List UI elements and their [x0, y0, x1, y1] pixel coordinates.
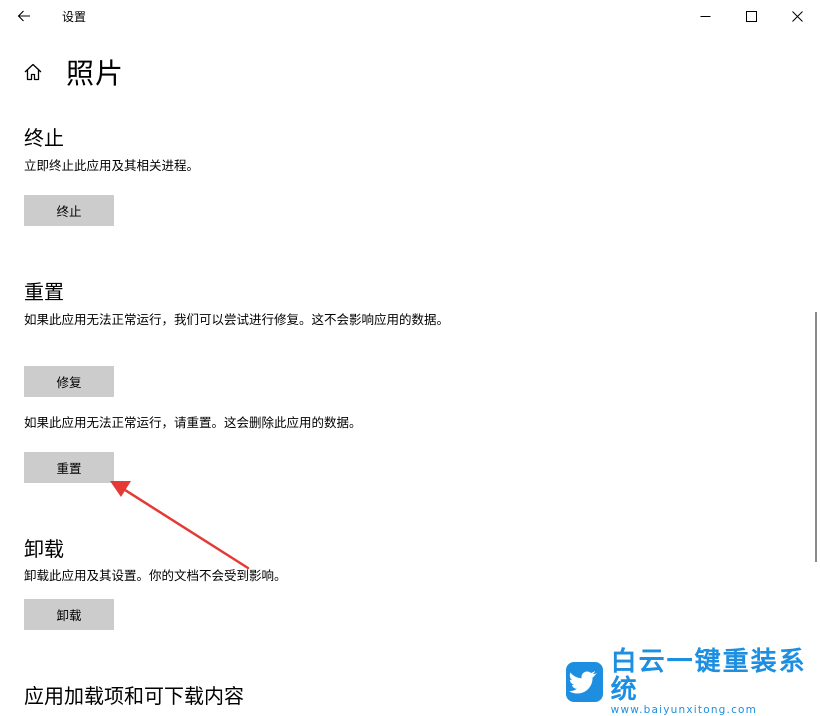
- back-button[interactable]: [10, 4, 38, 28]
- watermark-name: 白云一键重装系统: [610, 647, 807, 705]
- reset-description: 如果此应用无法正常运行，请重置。这会删除此应用的数据。: [24, 415, 362, 430]
- repair-description: 如果此应用无法正常运行，我们可以尝试进行修复。这不会影响应用的数据。: [24, 312, 450, 327]
- watermark: 白云一键重装系统 www.baiyunxitong.com: [566, 648, 816, 716]
- home-icon: [24, 63, 42, 81]
- terminate-button[interactable]: 终止: [24, 195, 114, 226]
- uninstall-button[interactable]: 卸载: [24, 599, 114, 630]
- minimize-button[interactable]: [682, 0, 728, 32]
- bird-logo-icon: [566, 662, 603, 702]
- window-title: 设置: [62, 10, 87, 24]
- close-button[interactable]: [774, 0, 820, 32]
- home-button[interactable]: [22, 61, 44, 83]
- reset-button[interactable]: 重置: [24, 452, 114, 483]
- arrow-left-icon: [17, 10, 30, 22]
- maximize-button[interactable]: [728, 0, 774, 32]
- uninstall-section-title: 卸载: [24, 537, 64, 561]
- uninstall-description: 卸载此应用及其设置。你的文档不会受到影响。: [24, 568, 287, 583]
- title-bar: 设置: [0, 0, 820, 32]
- terminate-section-title: 终止: [24, 126, 64, 150]
- repair-button[interactable]: 修复: [24, 366, 114, 397]
- terminate-description: 立即终止此应用及其相关进程。: [24, 158, 200, 173]
- reset-section-title: 重置: [24, 280, 64, 304]
- maximize-icon: [745, 10, 757, 22]
- watermark-url: www.baiyunxitong.com: [610, 704, 758, 716]
- minimize-icon: [700, 15, 710, 17]
- page-title: 照片: [66, 57, 125, 90]
- addons-section-title: 应用加载项和可下载内容: [24, 684, 244, 708]
- close-icon: [791, 10, 803, 22]
- page-header: 照片: [22, 52, 124, 92]
- scrollbar-thumb[interactable]: [815, 312, 817, 562]
- annotation-arrow: [110, 481, 250, 570]
